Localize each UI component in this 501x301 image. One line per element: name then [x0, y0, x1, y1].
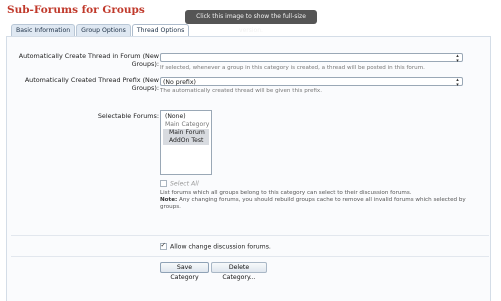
prefix-label-line2: Groups):	[131, 84, 159, 92]
select-all-checkbox[interactable]	[160, 180, 167, 187]
select-arrows-icon: ▴ ▾	[456, 77, 459, 88]
allow-change-label: Allow change discussion forums.	[170, 243, 271, 251]
forum-option-addon-test[interactable]: AddOn Test	[163, 137, 209, 145]
prefix-label-line1: Automatically Created Thread Prefix (New	[24, 76, 159, 84]
allow-change-checkbox[interactable]	[160, 241, 167, 250]
section-divider	[11, 235, 489, 236]
save-category-button[interactable]: Save Category	[160, 262, 209, 281]
image-tooltip: Click this image to show the full-size v…	[185, 10, 317, 34]
select-arrows-icon: ▴ ▾	[456, 53, 459, 64]
select-all-label: Select All	[170, 180, 199, 188]
delete-category-button[interactable]: Delete Category...	[211, 262, 267, 281]
prefix-hint: The automatically created thread will be…	[160, 88, 323, 94]
selectable-forums-description: List forums which all groups belong to t…	[160, 190, 470, 211]
auto-thread-hint: If selected, whenever a group in this ca…	[160, 65, 425, 71]
auto-thread-label-line2: Groups):	[131, 60, 159, 68]
auto-thread-label-line1: Automatically Create Thread in Forum (Ne…	[18, 52, 159, 60]
note-text: Any changing forums, you should rebuild …	[179, 197, 466, 203]
auto-thread-forum-select[interactable]: ▴ ▾	[160, 53, 463, 64]
page-title: Sub-Forums for Groups	[7, 4, 145, 16]
buttons-divider	[11, 256, 489, 257]
forum-option-none[interactable]: (None)	[163, 113, 209, 121]
auto-thread-label: Automatically Create Thread in Forum (Ne…	[19, 52, 159, 68]
selectable-forums-desc-line3: groups.	[160, 204, 181, 210]
select-all-row[interactable]: Select All	[160, 180, 199, 189]
forum-option-main-forum[interactable]: Main Forum	[163, 129, 209, 137]
selectable-forums-listbox[interactable]: (None) Main Category Main Forum AddOn Te…	[160, 110, 212, 175]
allow-change-row[interactable]: Allow change discussion forums.	[160, 241, 271, 252]
prefix-select-value: (No prefix)	[163, 79, 196, 86]
thread-prefix-select[interactable]: (No prefix) ▴ ▾	[160, 77, 463, 88]
selectable-forums-desc-line1: List forums which all groups belong to t…	[160, 190, 412, 196]
prefix-label: Automatically Created Thread Prefix (New…	[25, 76, 159, 92]
forum-option-main-category: Main Category	[165, 121, 210, 128]
selectable-forums-label: Selectable Forums:	[97, 112, 159, 120]
note-label: Note:	[160, 197, 178, 203]
